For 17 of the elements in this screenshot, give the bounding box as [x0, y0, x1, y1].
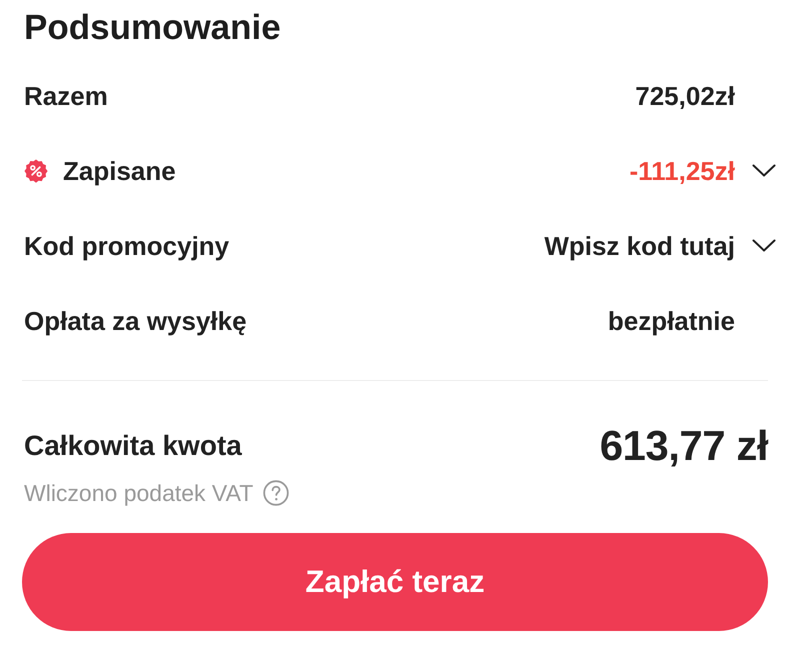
- chevron-down-icon[interactable]: [752, 239, 776, 252]
- summary-label: Opłata za wysyłkę: [24, 304, 247, 336]
- summary-value: 725,02zł: [635, 80, 735, 112]
- discount-amount: -111,25zł: [629, 154, 735, 186]
- chevron-down-icon[interactable]: [752, 164, 776, 177]
- pay-now-button[interactable]: Zapłać teraz: [22, 533, 768, 631]
- promo-code-toggle[interactable]: Wpisz kod tutaj: [544, 230, 735, 262]
- discount-badge-icon: [24, 158, 48, 182]
- summary-value: bezpłatnie: [608, 304, 735, 336]
- total-amount: 613,77 zł: [600, 422, 768, 470]
- vat-note: Wliczono podatek VAT: [24, 479, 254, 507]
- total-label: Całkowita kwota: [23, 430, 242, 462]
- summary-label: Kod promocyjny: [24, 230, 230, 262]
- summary-label: Zapisane: [63, 154, 176, 186]
- help-icon[interactable]: [263, 480, 290, 506]
- summary-title: Podsumowanie: [24, 8, 282, 48]
- summary-label: Razem: [24, 80, 108, 112]
